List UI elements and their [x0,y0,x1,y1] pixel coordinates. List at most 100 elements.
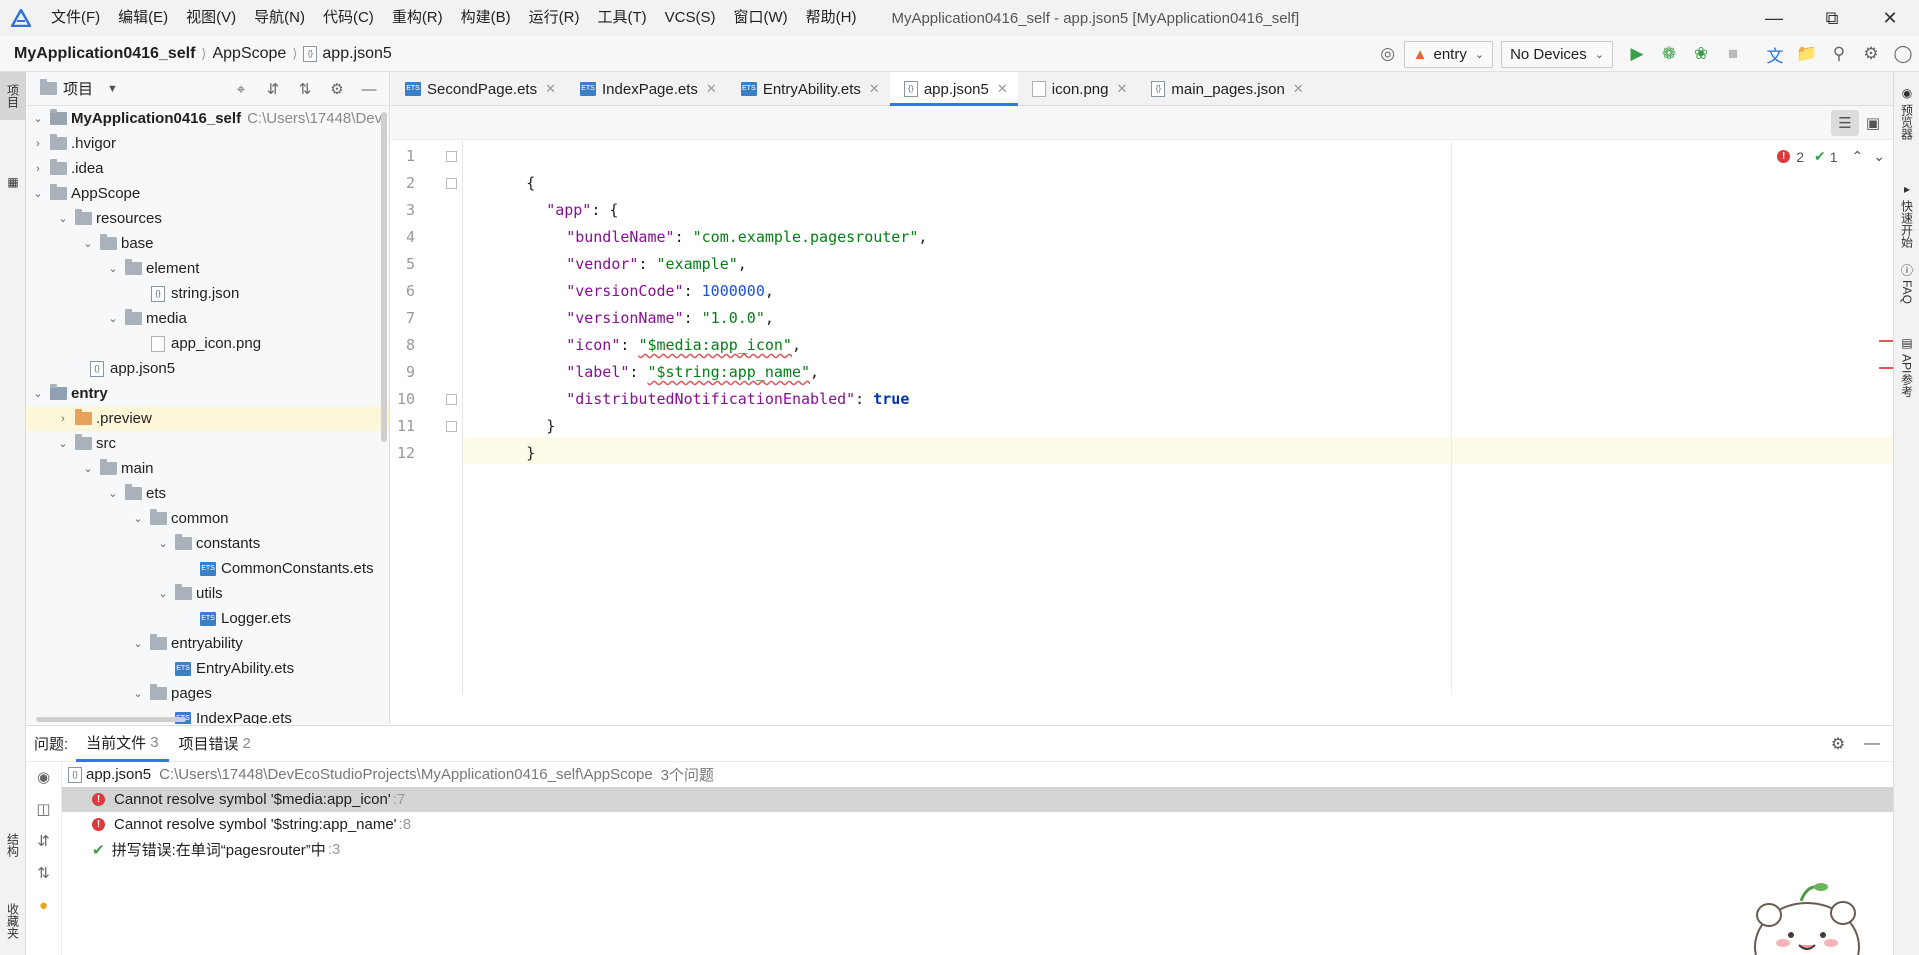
problem-item[interactable]: ! Cannot resolve symbol '$media:app_icon… [62,787,1893,812]
folder-icon[interactable]: ▦ [0,172,26,192]
project-panel-title[interactable]: 项目 [63,78,93,99]
problem-item[interactable]: ! Cannot resolve symbol '$string:app_nam… [62,812,1893,837]
tree-node-resources[interactable]: ⌄ resources [26,206,389,231]
settings-gear-icon[interactable]: ⚙ [1855,38,1887,70]
structure-tool-tab[interactable]: 结构 [0,820,26,870]
tab-project-errors[interactable]: 项目错误 2 [169,726,261,762]
tree-node-preview[interactable]: › .preview [26,406,389,431]
menu-refactor[interactable]: 重构(R) [383,0,452,36]
run-icon[interactable]: ▶ [1621,38,1653,70]
tree-node-root[interactable]: ⌄ MyApplication0416_self C:\Users\17448\… [26,106,389,131]
next-highlight-icon[interactable]: ⌄ [1873,148,1885,165]
error-stripe-mark[interactable] [1879,340,1893,342]
inspection-widget[interactable]: ! 2 ✔ 1 ⌃ ⌄ [1773,148,1885,165]
problem-item[interactable]: ✔ 拼写错误:在单词“pagesrouter”中 :3 [62,837,1893,862]
search-icon[interactable]: ⚲ [1823,38,1855,70]
tree-node-appscope[interactable]: ⌄ AppScope [26,181,389,206]
close-window-icon[interactable]: ✕ [1861,0,1919,36]
tree-node-idea[interactable]: › .idea [26,156,389,181]
tree-node-src[interactable]: ⌄ src [26,431,389,456]
tree-vertical-scrollbar[interactable] [381,112,387,442]
menu-vcs[interactable]: VCS(S) [656,0,725,36]
tree-node-logger[interactable]: ETS Logger.ets [26,606,389,631]
menu-code[interactable]: 代码(C) [314,0,383,36]
tree-node-pages[interactable]: ⌄ pages [26,681,389,706]
expand-all-icon[interactable]: ⇵ [26,826,61,858]
tree-node-commonconstants[interactable]: ETS CommonConstants.ets [26,556,389,581]
tree-node-media[interactable]: ⌄ media [26,306,389,331]
menu-view[interactable]: 视图(V) [177,0,245,36]
breadcrumb-appscope[interactable]: AppScope [212,45,286,63]
menu-help[interactable]: 帮助(H) [797,0,866,36]
error-stripe-mark[interactable] [1879,367,1893,369]
favorites-tool-tab[interactable]: 收藏夹 [0,888,26,954]
tree-node-utils[interactable]: ⌄ utils [26,581,389,606]
lightbulb-icon[interactable]: ● [26,890,61,922]
menu-file[interactable]: 文件(F) [42,0,109,36]
expand-all-icon[interactable]: ⇵ [257,80,289,98]
menu-build[interactable]: 构建(B) [452,0,520,36]
collapse-all-icon[interactable]: ⇅ [289,80,321,98]
fold-marker-icon[interactable] [446,151,457,162]
chevron-down-icon[interactable]: ▼ [107,83,118,95]
tree-node-string-json[interactable]: {} string.json [26,281,389,306]
close-tab-icon[interactable]: ✕ [706,81,717,97]
tree-node-app-icon[interactable]: app_icon.png [26,331,389,356]
tree-node-base[interactable]: ⌄ base [26,231,389,256]
close-tab-icon[interactable]: ✕ [997,81,1008,97]
menu-edit[interactable]: 编辑(E) [109,0,177,36]
tab-indexpage[interactable]: ETS IndexPage.ets ✕ [566,72,727,106]
fold-marker-icon[interactable] [446,421,457,432]
collapse-all-icon[interactable]: ⇅ [26,858,61,890]
quick-start-tool-tab[interactable]: ▸ 快速开始 [1894,182,1919,248]
menu-tools[interactable]: 工具(T) [588,0,655,36]
previous-highlight-icon[interactable]: ⌃ [1852,148,1864,165]
tree-node-main[interactable]: ⌄ main [26,456,389,481]
translate-icon[interactable]: 文 [1759,38,1791,70]
project-tool-tab[interactable]: 项目 [0,72,26,120]
account-icon[interactable]: ◯ [1887,38,1919,70]
tree-node-common[interactable]: ⌄ common [26,506,389,531]
menu-window[interactable]: 窗口(W) [724,0,796,36]
close-tab-icon[interactable]: ✕ [1293,81,1304,97]
menu-navigate[interactable]: 导航(N) [245,0,314,36]
locate-file-icon[interactable]: ⌖ [225,81,257,98]
tab-main-pages[interactable]: {} main_pages.json ✕ [1137,72,1313,106]
locate-icon[interactable]: ◎ [1372,38,1404,70]
tree-node-app-json5[interactable]: {} app.json5 [26,356,389,381]
tree-node-entryability[interactable]: ⌄ entryability [26,631,389,656]
problems-settings-gear-icon[interactable]: ⚙ [1821,734,1855,754]
tab-icon-png[interactable]: icon.png ✕ [1018,72,1138,106]
tree-node-entryability-ets[interactable]: ETS EntryAbility.ets [26,656,389,681]
tree-node-entry[interactable]: ⌄ entry [26,381,389,406]
fold-marker-icon[interactable] [446,178,457,189]
close-tab-icon[interactable]: ✕ [869,81,880,97]
project-structure-icon[interactable]: 📁 [1791,38,1823,70]
tree-node-ets[interactable]: ⌄ ets [26,481,389,506]
hide-panel-icon[interactable]: — [353,81,385,98]
breadcrumb-file[interactable]: app.json5 [322,45,391,63]
code-view-icon[interactable]: ☰ [1831,110,1859,136]
tab-current-file[interactable]: 当前文件 3 [76,726,169,762]
close-tab-icon[interactable]: ✕ [545,81,556,97]
code-editor[interactable]: 1 2 3 4 5 6 7 8 9 10 11 12 { "app": { "b… [391,140,1893,694]
tab-secondpage[interactable]: ETS SecondPage.ets ✕ [391,72,566,106]
breadcrumb-project[interactable]: MyApplication0416_self [14,45,195,63]
tab-app-json5[interactable]: {} app.json5 ✕ [889,72,1018,106]
hide-panel-icon[interactable]: — [1855,735,1889,753]
attach-debugger-icon[interactable]: ❀ [1685,38,1717,70]
restore-icon[interactable]: ⧉ [1803,0,1861,36]
tab-entryability[interactable]: ETS EntryAbility.ets ✕ [727,72,890,106]
eye-icon[interactable]: ◉ [26,762,61,794]
fold-marker-icon[interactable] [446,394,457,405]
debug-icon[interactable]: ❁ [1653,38,1685,70]
close-tab-icon[interactable]: ✕ [1117,81,1128,97]
api-reference-tool-tab[interactable]: ▤ API参考 [1894,336,1919,397]
faq-tool-tab[interactable]: ⓘ FAQ [1894,264,1919,304]
tree-horizontal-scrollbar[interactable] [36,717,186,722]
problem-file-row[interactable]: {} app.json5 C:\Users\17448\DevEcoStudio… [62,762,1893,787]
tree-node-hvigor[interactable]: › .hvigor [26,131,389,156]
minimize-icon[interactable]: — [1745,0,1803,36]
image-view-icon[interactable]: ▣ [1859,110,1887,136]
menu-run[interactable]: 运行(R) [520,0,589,36]
